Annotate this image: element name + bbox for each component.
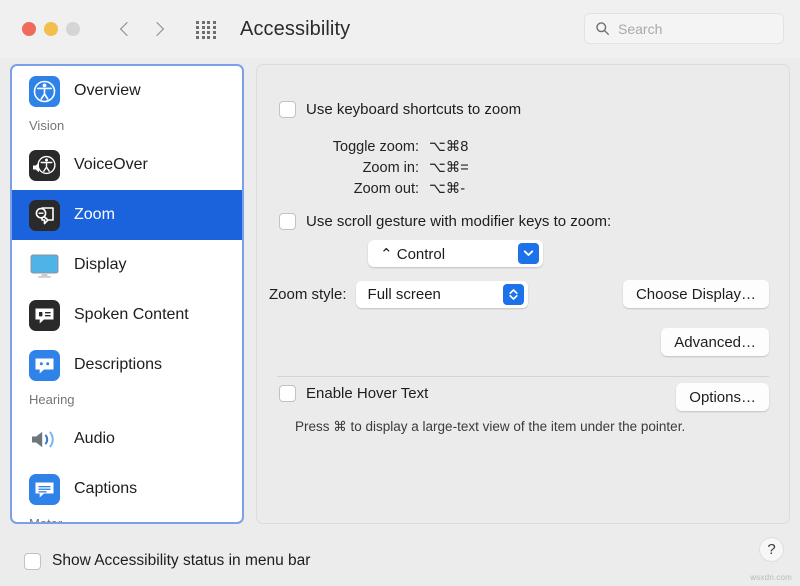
sidebar-item-descriptions[interactable]: Descriptions: [12, 340, 242, 390]
scroll-gesture-checkbox[interactable]: [279, 213, 296, 230]
scroll-gesture-checkbox-row[interactable]: Use scroll gesture with modifier keys to…: [279, 213, 611, 230]
zoom-icon: [29, 200, 60, 231]
zoom-style-value: Full screen: [368, 286, 441, 303]
chevron-down-icon: [518, 243, 539, 264]
traffic-light-controls: [22, 22, 80, 36]
keyboard-shortcuts-label: Use keyboard shortcuts to zoom: [306, 101, 521, 118]
hover-text-hint: Press ⌘ to display a large-text view of …: [295, 419, 685, 435]
sidebar-item-zoom[interactable]: Zoom: [12, 190, 242, 240]
window-titlebar: Accessibility: [0, 0, 800, 58]
preferences-body: Overview Vision VoiceOver: [0, 58, 800, 586]
sidebar-item-audio[interactable]: Audio: [12, 414, 242, 464]
audio-icon: [29, 424, 60, 455]
descriptions-icon: [29, 350, 60, 381]
accessibility-preferences-window: Accessibility: [0, 0, 800, 586]
sidebar-item-spoken-content[interactable]: Spoken Content: [12, 290, 242, 340]
shortcut-key: ⌥⌘-: [429, 181, 519, 197]
keyboard-shortcuts-checkbox-row[interactable]: Use keyboard shortcuts to zoom: [279, 101, 521, 118]
scroll-gesture-label: Use scroll gesture with modifier keys to…: [306, 213, 611, 230]
sidebar-item-label: Captions: [74, 480, 137, 498]
sidebar-group-motor: Motor: [12, 514, 242, 524]
forward-chevron-icon[interactable]: [151, 21, 168, 38]
accessibility-icon: [29, 76, 60, 107]
chevron-up-down-icon: [503, 284, 524, 305]
voiceover-icon: [29, 150, 60, 181]
zoom-style-row: Zoom style: Full screen: [269, 281, 528, 308]
shortcut-list: Toggle zoom: ⌥⌘8 Zoom in: ⌥⌘= Zoom out: …: [279, 139, 599, 202]
spoken-content-icon: [29, 300, 60, 331]
menu-bar-status-checkbox[interactable]: [24, 553, 41, 570]
hover-text-options-button[interactable]: Options…: [676, 383, 769, 411]
sidebar-item-label: Zoom: [74, 206, 115, 224]
zoom-window-button[interactable]: [66, 22, 80, 36]
sidebar-item-display[interactable]: Display: [12, 240, 242, 290]
modifier-key-value: ⌃ Control: [380, 245, 445, 263]
display-icon: [29, 250, 60, 281]
hover-text-label: Enable Hover Text: [306, 385, 428, 402]
advanced-button[interactable]: Advanced…: [661, 328, 769, 356]
page-title: Accessibility: [240, 18, 350, 41]
search-field[interactable]: [584, 13, 784, 44]
shortcut-key: ⌥⌘=: [429, 160, 519, 176]
shortcut-row: Zoom out: ⌥⌘-: [279, 181, 599, 197]
navigation-buttons: [116, 21, 168, 38]
sidebar-item-label: Spoken Content: [74, 306, 189, 324]
shortcut-row: Zoom in: ⌥⌘=: [279, 160, 599, 176]
sidebar-item-label: VoiceOver: [74, 156, 148, 174]
shortcut-row: Toggle zoom: ⌥⌘8: [279, 139, 599, 155]
section-divider: [277, 376, 769, 377]
search-icon: [595, 21, 610, 36]
zoom-style-label: Zoom style:: [269, 286, 347, 303]
shortcut-name: Zoom in:: [279, 160, 429, 176]
watermark: wsxdn.com: [750, 573, 792, 582]
sidebar-item-label: Display: [74, 256, 126, 274]
zoom-style-dropdown[interactable]: Full screen: [356, 281, 528, 308]
sidebar-item-label: Overview: [74, 82, 141, 100]
shortcut-key: ⌥⌘8: [429, 139, 519, 155]
show-all-grid-icon[interactable]: [194, 17, 218, 41]
hover-text-checkbox-row[interactable]: Enable Hover Text: [279, 385, 428, 402]
sidebar-item-voiceover[interactable]: VoiceOver: [12, 140, 242, 190]
choose-display-button[interactable]: Choose Display…: [623, 280, 769, 308]
search-input[interactable]: [618, 21, 773, 37]
shortcut-name: Toggle zoom:: [279, 139, 429, 155]
modifier-key-dropdown[interactable]: ⌃ Control: [368, 240, 543, 267]
sidebar-item-overview[interactable]: Overview: [12, 66, 242, 116]
sidebar-item-label: Audio: [74, 430, 115, 448]
close-window-button[interactable]: [22, 22, 36, 36]
hover-text-checkbox[interactable]: [279, 385, 296, 402]
sidebar-item-label: Descriptions: [74, 356, 162, 374]
sidebar-item-captions[interactable]: Captions: [12, 464, 242, 514]
menu-bar-status-checkbox-row[interactable]: Show Accessibility status in menu bar: [24, 552, 310, 570]
sidebar-group-vision: Vision: [12, 116, 242, 140]
keyboard-shortcuts-checkbox[interactable]: [279, 101, 296, 118]
minimize-window-button[interactable]: [44, 22, 58, 36]
back-chevron-icon[interactable]: [116, 21, 133, 38]
shortcut-name: Zoom out:: [279, 181, 429, 197]
help-button[interactable]: ?: [759, 537, 784, 562]
zoom-settings-panel: Use keyboard shortcuts to zoom Toggle zo…: [256, 64, 790, 524]
menu-bar-status-label: Show Accessibility status in menu bar: [52, 552, 310, 570]
captions-icon: [29, 474, 60, 505]
sidebar-group-hearing: Hearing: [12, 390, 242, 414]
accessibility-features-sidebar[interactable]: Overview Vision VoiceOver: [10, 64, 244, 524]
